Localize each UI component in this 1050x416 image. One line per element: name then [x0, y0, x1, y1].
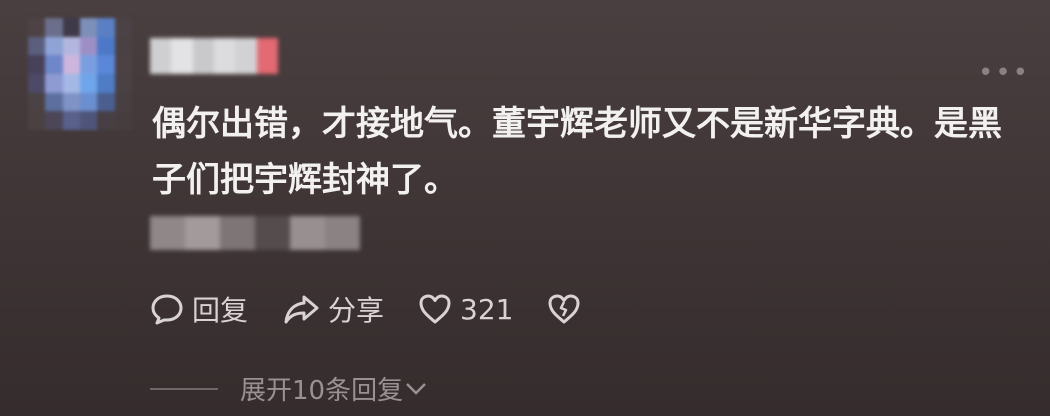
divider-line: [150, 387, 218, 390]
speech-bubble-icon: [151, 294, 183, 325]
expand-replies[interactable]: 展开10条回复: [150, 370, 427, 407]
share-button[interactable]: 分享: [282, 289, 384, 329]
heart-icon: [419, 294, 451, 324]
avatar[interactable]: [28, 18, 132, 130]
more-dots-icon[interactable]: •••: [978, 58, 1030, 88]
comment-meta: [150, 216, 360, 250]
dislike-button[interactable]: [547, 293, 581, 325]
username[interactable]: [150, 38, 278, 74]
share-arrow-icon: [284, 295, 319, 324]
reply-label: 回复: [192, 294, 249, 327]
action-bar: 回复 分享 321: [150, 286, 581, 332]
like-count: 321: [460, 292, 514, 326]
expand-replies-label: 展开10条回复: [240, 376, 404, 406]
broken-heart-icon: [548, 294, 580, 324]
chevron-down-icon: [406, 382, 426, 395]
like-button[interactable]: 321: [418, 293, 513, 326]
share-label: 分享: [328, 294, 385, 327]
comment-text: 偶尔出错，才接地气。董宇辉老师又不是新华字典。是黑子们把宇辉封神了。: [152, 104, 1002, 200]
reply-button[interactable]: 回复: [150, 289, 248, 329]
